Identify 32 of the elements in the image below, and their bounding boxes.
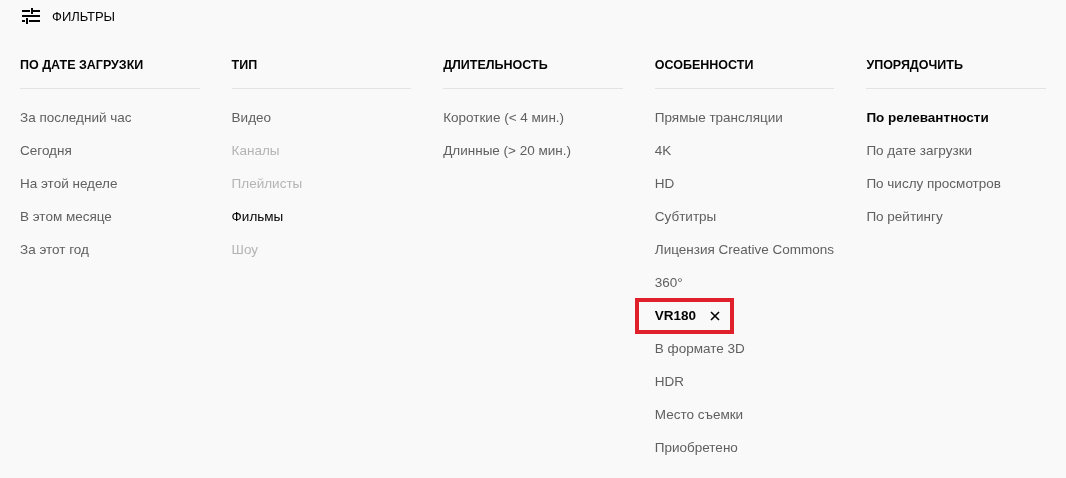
filter-option[interactable]: Видео xyxy=(231,109,272,127)
filter-option[interactable]: Длинные (> 20 мин.) xyxy=(443,142,572,160)
filter-icon xyxy=(22,8,40,24)
filter-option[interactable]: За последний час xyxy=(20,109,132,127)
filters-title: ФИЛЬТРЫ xyxy=(52,8,116,24)
sort-option[interactable]: По релевантности xyxy=(866,109,989,127)
filter-option[interactable]: В формате 3D xyxy=(654,340,745,358)
close-icon[interactable] xyxy=(710,311,721,321)
filter-option[interactable]: На этой неделе xyxy=(20,175,118,193)
filter-option[interactable]: За этот год xyxy=(20,241,89,259)
filter-option[interactable]: Фильмы xyxy=(231,208,284,226)
column-heading: УПОРЯДОЧИТЬ xyxy=(866,57,964,73)
filter-option[interactable]: 4K xyxy=(654,142,672,160)
sort-option[interactable]: По рейтингу xyxy=(866,208,943,226)
filter-option[interactable]: 360° xyxy=(654,274,683,292)
sort-option[interactable]: По числу просмотров xyxy=(866,175,1001,193)
filter-option[interactable]: В этом месяце xyxy=(20,208,112,226)
filter-option[interactable]: Короткие (< 4 мин.) xyxy=(443,109,565,127)
filter-option[interactable]: Место съемки xyxy=(654,406,744,424)
filter-option[interactable]: HDR xyxy=(654,373,685,391)
filter-option[interactable]: Субтитры xyxy=(654,208,717,226)
sort-option[interactable]: По дате загрузки xyxy=(866,142,973,160)
filter-option[interactable]: Приобретено xyxy=(654,439,738,457)
filter-option[interactable]: HD xyxy=(654,175,675,193)
filter-option[interactable]: Лицензия Creative Commons xyxy=(654,241,835,259)
column-heading: ТИП xyxy=(231,57,259,73)
column-heading: ПО ДАТЕ ЗАГРУЗКИ xyxy=(20,57,145,73)
column-heading: ОСОБЕННОСТИ xyxy=(654,57,755,73)
filter-option[interactable]: Сегодня xyxy=(20,142,72,160)
filter-option[interactable]: VR180 xyxy=(654,307,697,325)
filter-option[interactable]: Прямые трансляции xyxy=(654,109,783,127)
column-heading: ДЛИТЕЛЬНОСТЬ xyxy=(443,57,549,73)
